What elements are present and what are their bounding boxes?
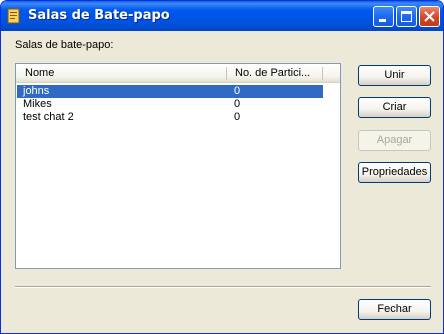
column-header-participants[interactable]: No. de Partici...: [226, 64, 323, 82]
rooms-label: Salas de bate-papo:: [15, 39, 114, 51]
close-button[interactable]: Fechar: [358, 299, 431, 320]
list-header: Nome No. de Partici...: [16, 64, 340, 83]
document-icon: [7, 8, 21, 24]
column-divider[interactable]: [322, 67, 323, 80]
room-participants: 0: [234, 85, 241, 97]
properties-button[interactable]: Propriedades: [358, 162, 431, 183]
close-icon: [424, 11, 435, 22]
list-item[interactable]: test chat 2 0: [17, 111, 323, 124]
window-title: Salas de Bate-papo: [28, 8, 170, 23]
maximize-icon: [401, 11, 412, 22]
room-name: Mikes: [23, 98, 52, 110]
room-participants: 0: [234, 111, 241, 123]
room-name: johns: [23, 85, 50, 97]
create-button[interactable]: Criar: [358, 97, 431, 118]
divider: [15, 286, 431, 288]
close-window-button[interactable]: [419, 6, 440, 27]
join-button[interactable]: Unir: [358, 65, 431, 86]
column-header-name[interactable]: Nome: [16, 64, 226, 82]
minimize-button[interactable]: [373, 6, 394, 27]
room-name: test chat 2: [23, 111, 74, 123]
delete-button[interactable]: Apagar: [358, 130, 431, 151]
minimize-icon: [379, 19, 386, 22]
title-bar[interactable]: Salas de Bate-papo: [1, 1, 443, 31]
rooms-list[interactable]: Nome No. de Partici... johns 0 Mikes 0 t…: [15, 63, 341, 269]
maximize-button[interactable]: [396, 6, 417, 27]
chat-rooms-dialog: Salas de Bate-papo Salas de bate-papo: N…: [0, 0, 444, 334]
list-item[interactable]: Mikes 0: [17, 98, 323, 111]
list-item[interactable]: johns 0: [17, 85, 323, 98]
room-participants: 0: [234, 98, 241, 110]
